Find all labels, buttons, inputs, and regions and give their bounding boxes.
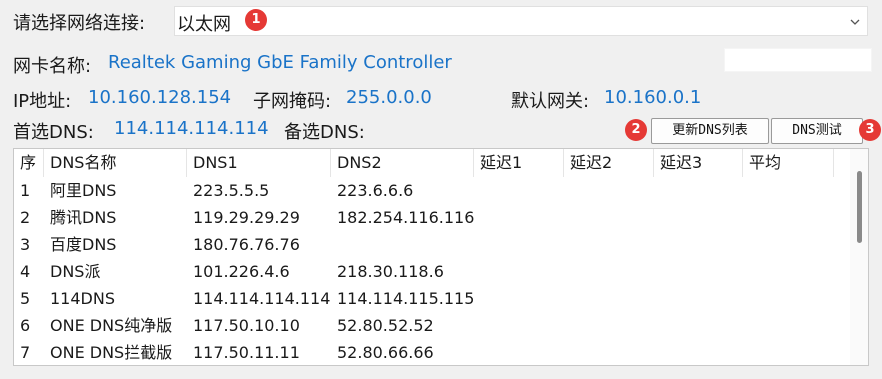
table-row[interactable]: 4 DNS派 101.226.4.6 218.30.118.6 — [14, 258, 834, 285]
network-select[interactable]: 以太网 — [174, 6, 868, 36]
col-header-dns2[interactable]: DNS2 — [331, 149, 474, 177]
cell-index: 3 — [20, 235, 31, 254]
col-header-latency1[interactable]: 延迟1 — [474, 149, 564, 177]
mask-value: 255.0.0.0 — [346, 87, 432, 108]
annotation-badge-3: 3 — [859, 119, 881, 141]
table-row[interactable]: 6 ONE DNS纯净版 117.50.10.10 52.80.52.52 — [14, 312, 834, 339]
cell-name: 百度DNS — [50, 235, 117, 254]
table-row[interactable]: 7 ONE DNS拦截版 117.50.11.11 52.80.66.66 — [14, 339, 834, 365]
cell-dns1: 117.50.10.10 — [193, 316, 300, 335]
cell-index: 6 — [20, 316, 31, 335]
annotation-badge-2: 2 — [625, 119, 647, 141]
col-header-average[interactable]: 平均 — [743, 149, 834, 177]
cell-dns2: 52.80.66.66 — [337, 343, 434, 362]
cell-name: DNS派 — [50, 262, 101, 281]
cell-name: 阿里DNS — [50, 181, 117, 200]
ip-value: 10.160.128.154 — [88, 87, 232, 108]
ip-label: IP地址: — [13, 91, 72, 112]
chevron-down-icon — [850, 19, 860, 25]
gateway-value: 10.160.0.1 — [604, 87, 702, 108]
cell-name: ONE DNS拦截版 — [50, 343, 173, 362]
cell-index: 4 — [20, 262, 31, 281]
cell-dns1: 117.50.11.11 — [193, 343, 300, 362]
dns-table[interactable]: 序 DNS名称 DNS1 DNS2 延迟1 延迟2 延迟3 平均 1 阿里DNS… — [13, 148, 869, 366]
col-header-dns1[interactable]: DNS1 — [187, 149, 331, 177]
cell-index: 2 — [20, 208, 31, 227]
primary-dns-label: 首选DNS: — [13, 122, 94, 143]
primary-dns-value: 114.114.114.114 — [114, 118, 269, 139]
cell-index: 1 — [20, 181, 31, 200]
cell-dns1: 119.29.29.29 — [193, 208, 300, 227]
table-header: 序 DNS名称 DNS1 DNS2 延迟1 延迟2 延迟3 平均 — [14, 149, 834, 177]
vertical-scrollbar[interactable] — [850, 149, 868, 365]
network-label: 请选择网络连接: — [13, 13, 146, 34]
adapter-value: Realtek Gaming GbE Family Controller — [108, 52, 452, 73]
cell-dns1: 223.5.5.5 — [193, 181, 270, 200]
blank-field — [724, 48, 872, 72]
dns-test-button[interactable]: DNS测试 — [771, 118, 863, 144]
col-header-name[interactable]: DNS名称 — [44, 149, 187, 177]
cell-dns1: 180.76.76.76 — [193, 235, 300, 254]
network-select-value: 以太网 — [177, 14, 231, 35]
table-row[interactable]: 5 114DNS 114.114.114.114 114.114.115.115 — [14, 285, 834, 312]
cell-index: 5 — [20, 289, 31, 308]
col-header-latency3[interactable]: 延迟3 — [654, 149, 743, 177]
scrollbar-thumb[interactable] — [857, 171, 862, 243]
table-row[interactable]: 3 百度DNS 180.76.76.76 — [14, 231, 834, 258]
cell-dns2: 223.6.6.6 — [337, 181, 414, 200]
cell-dns2: 218.30.118.6 — [337, 262, 444, 281]
annotation-badge-1: 1 — [245, 9, 267, 31]
mask-label: 子网掩码: — [253, 91, 332, 112]
cell-name: 114DNS — [50, 289, 115, 308]
adapter-label: 网卡名称: — [13, 56, 92, 77]
col-header-index[interactable]: 序 — [14, 149, 44, 177]
cell-dns2: 182.254.116.116 — [337, 208, 475, 227]
table-row[interactable]: 1 阿里DNS 223.5.5.5 223.6.6.6 — [14, 177, 834, 204]
cell-dns2: 114.114.115.115 — [337, 289, 475, 308]
cell-dns2: 52.80.52.52 — [337, 316, 434, 335]
table-row[interactable]: 2 腾讯DNS 119.29.29.29 182.254.116.116 — [14, 204, 834, 231]
cell-index: 7 — [20, 343, 31, 362]
secondary-dns-label: 备选DNS: — [284, 122, 365, 143]
cell-name: 腾讯DNS — [50, 208, 117, 227]
cell-dns1: 114.114.114.114 — [193, 289, 331, 308]
cell-dns2 — [331, 231, 337, 258]
cell-name: ONE DNS纯净版 — [50, 316, 173, 335]
gateway-label: 默认网关: — [511, 91, 590, 112]
col-header-latency2[interactable]: 延迟2 — [564, 149, 654, 177]
update-dns-list-button[interactable]: 更新DNS列表 — [651, 118, 769, 144]
cell-dns1: 101.226.4.6 — [193, 262, 290, 281]
